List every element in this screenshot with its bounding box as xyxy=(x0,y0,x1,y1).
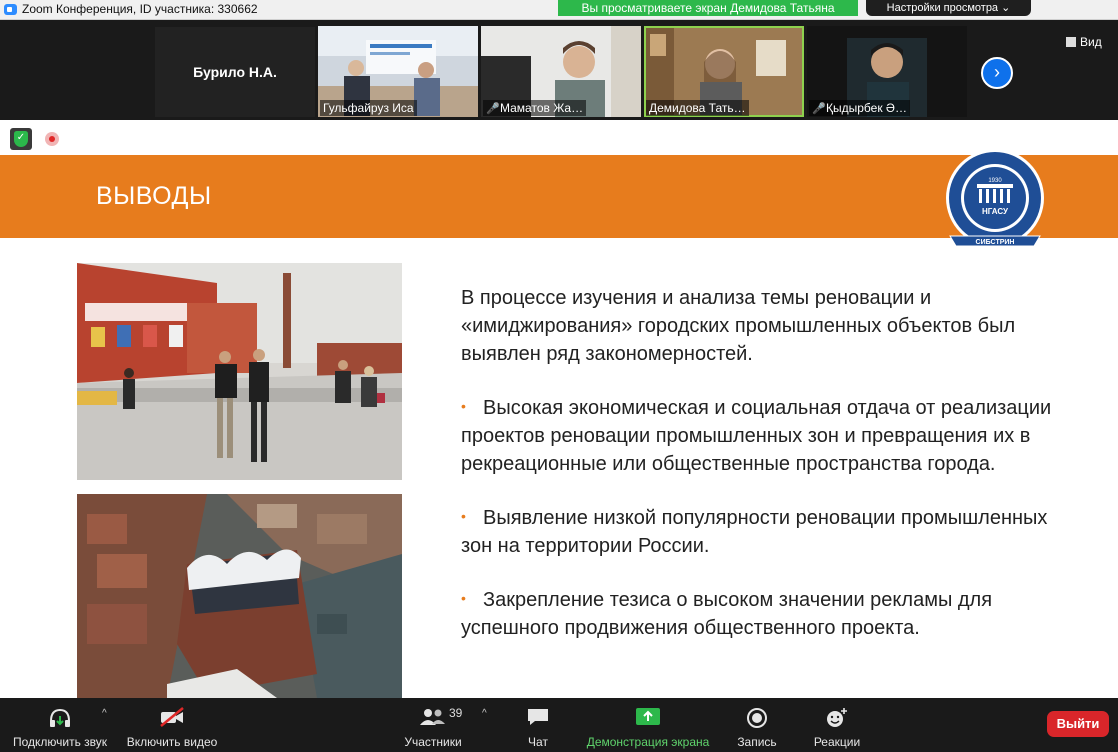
view-label: Вид xyxy=(1080,35,1102,49)
participant-video-tile[interactable]: 🎤Маматов Жа… xyxy=(481,26,641,117)
bullet-icon: • xyxy=(461,398,466,414)
zoom-window: Zoom Конференция, ID участника: 330662 В… xyxy=(0,0,1118,752)
join-audio-label: Подключить звук xyxy=(12,735,108,749)
record-label: Запись xyxy=(737,735,777,749)
window-title: Zoom Конференция, ID участника: 330662 xyxy=(22,2,258,16)
participant-video-tile[interactable]: Гульфайруз Иса xyxy=(318,26,478,117)
active-speaker-tile[interactable]: Демидова Тать… xyxy=(644,26,804,117)
grid-view-icon xyxy=(1066,37,1076,47)
join-audio-button[interactable]: Подключить звук xyxy=(8,702,112,749)
screen-share-banner: Вы просматриваете экран Демидова Татьяна xyxy=(558,0,858,16)
participant-label: Гульфайруз Иса xyxy=(320,100,417,116)
shared-screen: ✓ ВЫВОДЫ 1930 НГАСУ СИБСТРИН В процессе … xyxy=(0,120,1118,698)
headphones-icon xyxy=(50,708,70,727)
participant-name: Бурило Н.А. xyxy=(193,64,277,80)
share-screen-icon xyxy=(636,708,660,725)
chat-label: Чат xyxy=(528,735,548,749)
record-icon xyxy=(747,708,767,728)
smiley-plus-icon xyxy=(827,708,847,727)
mic-muted-icon: 🎤 xyxy=(812,103,826,115)
view-settings-label: Настройки просмотра xyxy=(886,2,999,14)
slide-intro: В процессе изучения и анализа темы ренов… xyxy=(461,287,1016,365)
leave-meeting-button[interactable]: Выйти xyxy=(1047,711,1109,737)
share-screen-label: Демонстрация экрана xyxy=(586,735,710,749)
participant-name-tile[interactable]: Бурило Н.А. xyxy=(155,27,315,117)
zoom-app-icon xyxy=(4,4,17,15)
start-video-label: Включить видео xyxy=(126,735,218,749)
slide-bullet: • Закрепление тезиса о высоком значении р… xyxy=(461,584,1061,642)
bullet-icon: • xyxy=(461,508,466,524)
reactions-button[interactable]: Реакции xyxy=(808,702,866,749)
view-settings-menu[interactable]: Настройки просмотра ⌄ xyxy=(866,0,1031,16)
participant-label: 🎤Маматов Жа… xyxy=(483,100,587,116)
participant-label: 🎤Қыдырбек Ә… xyxy=(809,100,910,116)
security-badge[interactable]: ✓ xyxy=(10,128,32,150)
next-page-button[interactable]: › xyxy=(981,57,1013,89)
participants-options-caret-icon[interactable]: ^ xyxy=(482,708,487,719)
share-screen-button[interactable]: Демонстрация экрана xyxy=(584,702,712,749)
aerial-photo xyxy=(77,494,402,698)
view-button[interactable]: Вид xyxy=(1066,35,1114,53)
slide-title: ВЫВОДЫ xyxy=(96,182,212,210)
reactions-label: Реакции xyxy=(813,735,861,749)
chevron-down-icon: ⌄ xyxy=(1001,2,1011,14)
logo-short-name: НГАСУ xyxy=(982,207,1009,216)
bullet-text: Высокая экономическая и социальная отдач… xyxy=(461,397,1052,475)
university-logo: 1930 НГАСУ СИБСТРИН xyxy=(946,149,1044,247)
chat-icon xyxy=(528,709,548,725)
slide-bullet: • Высокая экономическая и социальная отда… xyxy=(461,392,1061,478)
video-off-icon xyxy=(160,707,184,727)
participant-label-text: Қыдырбек Ә… xyxy=(826,101,907,115)
chevron-right-icon: › xyxy=(994,62,1000,82)
participants-label: Участники xyxy=(404,735,462,749)
chat-button[interactable]: Чат xyxy=(512,702,564,749)
audio-options-caret-icon[interactable]: ^ xyxy=(102,708,107,719)
meeting-toolbar: Подключить звук ^ Включить видео Участни… xyxy=(0,698,1118,752)
bullet-text: Выявление низкой популярности реновации … xyxy=(461,507,1048,557)
participant-gallery-strip: Бурило Н.А. Гульфайруз Иса 🎤Маматов Жа… … xyxy=(0,20,1118,120)
participant-video-tile[interactable]: 🎤Қыдырбек Ә… xyxy=(807,26,967,117)
mic-muted-icon: 🎤 xyxy=(486,103,500,115)
shield-check-icon: ✓ xyxy=(14,131,28,147)
logo-year: 1930 xyxy=(988,178,1002,184)
record-button[interactable]: Запись xyxy=(728,702,786,749)
participant-label-text: Маматов Жа… xyxy=(500,101,584,115)
logo-ribbon: СИБСТРИН xyxy=(976,239,1015,246)
slide-body: В процессе изучения и анализа темы ренов… xyxy=(461,284,1061,666)
participant-label: Демидова Тать… xyxy=(646,100,749,116)
street-photo xyxy=(77,263,402,480)
bullet-text: Закрепление тезиса о высоком значении ре… xyxy=(461,589,993,639)
bullet-icon: • xyxy=(461,590,466,606)
participants-icon xyxy=(420,709,445,725)
start-video-button[interactable]: Включить видео xyxy=(124,702,220,749)
participants-count: 39 xyxy=(449,706,463,720)
recording-indicator-icon xyxy=(45,132,59,146)
slide-bullet: • Выявление низкой популярности реновации… xyxy=(461,502,1061,560)
